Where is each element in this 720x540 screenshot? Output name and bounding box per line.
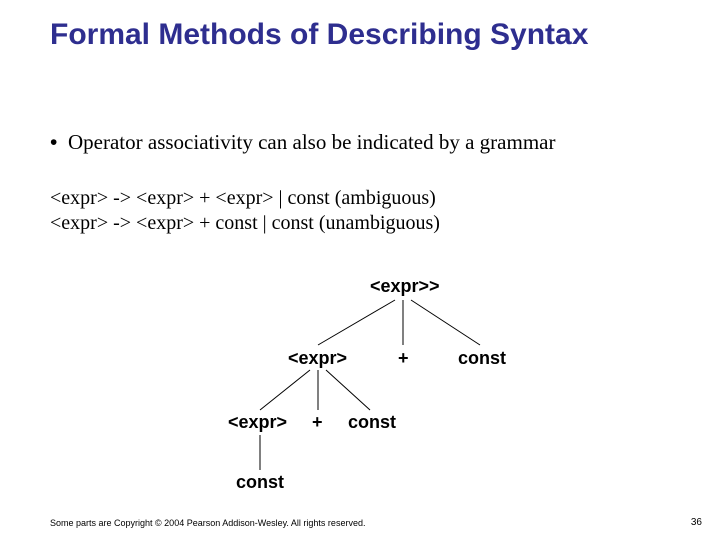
grammar-line-1: <expr> -> <expr> + <expr> | const (ambig… — [50, 186, 440, 211]
slide: Formal Methods of Describing Syntax • Op… — [0, 0, 720, 540]
footer-copyright: Some parts are Copyright © 2004 Pearson … — [50, 518, 365, 528]
tree-node-root-extra-angle: > — [429, 276, 440, 296]
tree-node-l2-plus: + — [312, 412, 323, 433]
tree-node-root-text: <expr> — [370, 276, 429, 296]
slide-title: Formal Methods of Describing Syntax — [50, 18, 610, 53]
tree-node-l2-left: <expr> — [228, 412, 287, 433]
footer-page-number: 36 — [691, 517, 702, 528]
parse-tree: <expr>> <expr> + const <expr> + const co… — [0, 270, 720, 490]
bullet-dot-icon: • — [50, 130, 57, 155]
tree-node-l2-right: const — [348, 412, 396, 433]
tree-node-l1-left: <expr> — [288, 348, 347, 369]
tree-edges — [0, 270, 720, 500]
tree-node-l1-right: const — [458, 348, 506, 369]
tree-node-root: <expr>> — [370, 276, 440, 297]
bullet-item: • Operator associativity can also be ind… — [68, 130, 628, 155]
bullet-text: Operator associativity can also be indic… — [68, 130, 628, 155]
tree-node-l3-left: const — [236, 472, 284, 493]
grammar-line-2: <expr> -> <expr> + const | const (unambi… — [50, 211, 440, 236]
grammar-block: <expr> -> <expr> + <expr> | const (ambig… — [50, 186, 440, 236]
tree-node-l1-plus: + — [398, 348, 409, 369]
